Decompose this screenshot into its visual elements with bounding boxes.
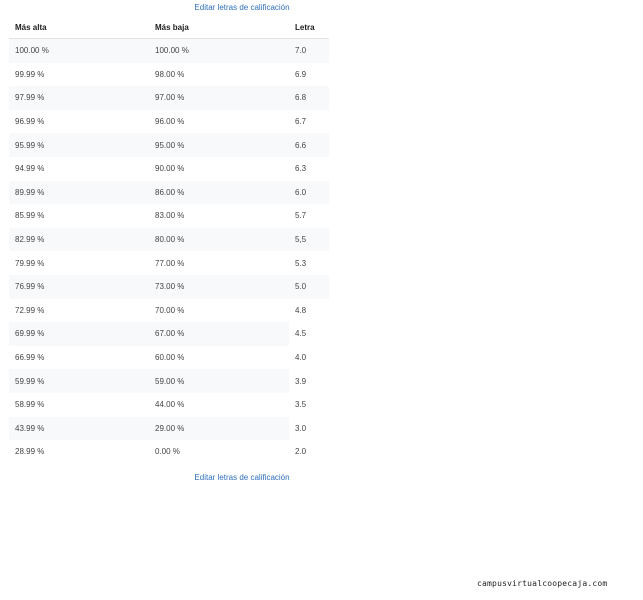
cell-letter: 3.0 xyxy=(289,416,329,441)
edit-grade-letters-link-top[interactable]: Editar letras de calificación xyxy=(0,3,484,12)
cell-highest: 66.99 % xyxy=(15,353,45,363)
cell-highest: 99.99 % xyxy=(15,69,45,79)
cell-highest: 85.99 % xyxy=(15,211,45,221)
table-row: 58.99 % 44.00 % 3.5 xyxy=(9,392,329,417)
table-row: 97.99 % 97.00 % 6.8 xyxy=(9,86,329,110)
cell-lowest: 96.00 % xyxy=(155,117,185,127)
cell-letter: 4.8 xyxy=(295,305,307,315)
table-row: 95.99 % 95.00 % 6.6 xyxy=(9,133,329,157)
cell-lowest: 80.00 % xyxy=(149,227,289,252)
cell-letter: 6.7 xyxy=(295,117,307,127)
cell-highest: 72.99 % xyxy=(15,305,45,315)
table-row: 28.99 % 0.00 % 2.0 xyxy=(9,440,329,464)
cell-lowest: 77.00 % xyxy=(155,258,185,268)
cell-highest: 82.99 % xyxy=(9,227,149,252)
cell-lowest: 97.00 % xyxy=(149,86,289,110)
cell-lowest: 90.00 % xyxy=(155,164,185,174)
cell-highest: 43.99 % xyxy=(9,416,149,441)
cell-lowest: 83.00 % xyxy=(155,211,185,221)
cell-highest: 59.99 % xyxy=(9,369,149,393)
cell-lowest: 98.00 % xyxy=(155,69,185,79)
cell-lowest: 0.00 % xyxy=(155,447,180,457)
table-row: 66.99 % 60.00 % 4.0 xyxy=(9,345,329,370)
cell-lowest: 44.00 % xyxy=(155,400,185,410)
grade-letters-table: Más alta Más baja Letra 100.00 % 100.00 %… xyxy=(9,16,329,464)
table-row: 96.99 % 96.00 % 6.7 xyxy=(9,110,329,134)
column-header-letter: Letra xyxy=(289,16,329,39)
table-row: 99.99 % 98.00 % 6.9 xyxy=(9,63,329,87)
edit-grade-letters-link-bottom[interactable]: Editar letras de calificación xyxy=(0,473,484,482)
cell-highest: 76.99 % xyxy=(9,274,149,299)
cell-lowest: 73.00 % xyxy=(149,274,289,299)
table-body: 100.00 % 100.00 % 7.0 99.99 % 98.00 % 6.9 97… xyxy=(9,38,329,464)
cell-highest: 94.99 % xyxy=(15,164,45,174)
table-row: 72.99 % 70.00 % 4.8 xyxy=(9,299,329,323)
column-header-highest: Más alta xyxy=(9,16,149,39)
cell-lowest: 95.00 % xyxy=(149,133,289,157)
table-header: Más alta Más baja Letra xyxy=(9,16,329,39)
cell-letter: 7.0 xyxy=(289,38,329,63)
table-row: 89.99 % 86.00 % 6.0 xyxy=(9,180,329,205)
cell-lowest: 29.00 % xyxy=(149,416,289,441)
table-row: 69.99 % 67.00 % 4.5 xyxy=(9,322,329,346)
cell-lowest: 70.00 % xyxy=(155,305,185,315)
table-row: 82.99 % 80.00 % 5,5 xyxy=(9,227,329,252)
cell-letter: 5,5 xyxy=(289,227,329,252)
cell-lowest: 67.00 % xyxy=(149,322,289,346)
table-header-row: Más alta Más baja Letra xyxy=(9,16,329,39)
cell-highest: 95.99 % xyxy=(9,133,149,157)
cell-highest: 79.99 % xyxy=(15,258,45,268)
cell-highest: 69.99 % xyxy=(9,322,149,346)
cell-letter: 3.5 xyxy=(289,392,329,417)
cell-lowest: 100.00 % xyxy=(149,38,289,63)
table-row: 76.99 % 73.00 % 5.0 xyxy=(9,274,329,299)
cell-letter: 6.9 xyxy=(295,69,307,79)
cell-letter: 6.3 xyxy=(295,164,307,174)
table-row: 59.99 % 59.00 % 3.9 xyxy=(9,369,329,393)
table-row: 85.99 % 83.00 % 5.7 xyxy=(9,204,329,228)
cell-letter: 5.0 xyxy=(289,274,329,299)
table-row: 43.99 % 29.00 % 3.0 xyxy=(9,416,329,441)
cell-letter: 3.9 xyxy=(289,369,329,393)
table-row: 94.99 % 90.00 % 6.3 xyxy=(9,157,329,181)
table-row: 79.99 % 77.00 % 5.3 xyxy=(9,251,329,275)
cell-letter: 5.3 xyxy=(295,258,307,268)
cell-lowest: 86.00 % xyxy=(149,180,289,205)
cell-lowest: 59.00 % xyxy=(149,369,289,393)
cell-letter: 6.6 xyxy=(289,133,329,157)
cell-highest: 97.99 % xyxy=(9,86,149,110)
table-row: 100.00 % 100.00 % 7.0 xyxy=(9,38,329,63)
cell-letter: 4.5 xyxy=(289,322,329,346)
cell-lowest: 60.00 % xyxy=(155,353,185,363)
cell-letter: 5.7 xyxy=(295,211,307,221)
column-header-lowest: Más baja xyxy=(149,16,289,39)
cell-letter: 2.0 xyxy=(289,440,329,464)
cell-letter: 6.0 xyxy=(289,180,329,205)
cell-letter: 6.8 xyxy=(289,86,329,110)
cell-highest: 89.99 % xyxy=(9,180,149,205)
site-watermark: campusvirtualcoopecaja.com xyxy=(477,579,608,588)
cell-highest: 100.00 % xyxy=(9,38,149,63)
cell-letter: 4.0 xyxy=(289,345,329,370)
cell-highest: 96.99 % xyxy=(15,117,45,127)
cell-highest: 58.99 % xyxy=(15,400,45,410)
cell-highest: 28.99 % xyxy=(15,447,45,457)
